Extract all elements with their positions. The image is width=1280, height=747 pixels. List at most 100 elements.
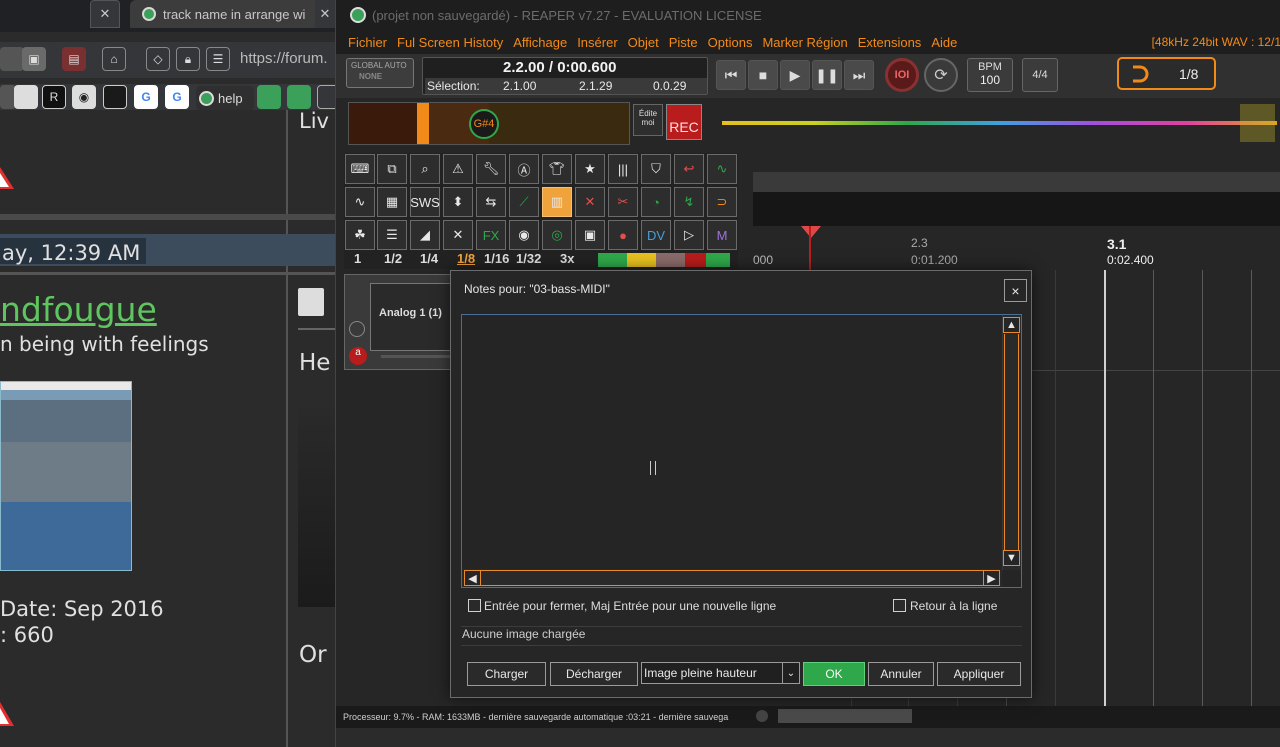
selection-start[interactable]: 2.1.00 xyxy=(503,79,536,93)
home-icon[interactable]: ⌂ xyxy=(102,47,126,71)
apply-button[interactable]: Appliquer xyxy=(937,662,1021,686)
trim-icon[interactable]: ✂ xyxy=(608,187,638,217)
volume-icon[interactable]: ◢ xyxy=(410,220,440,250)
post-embedded-image[interactable] xyxy=(298,407,335,607)
video-icon[interactable]: ▦ xyxy=(377,187,407,217)
grid-division-4[interactable]: 1/16 xyxy=(484,251,509,266)
bpm-box[interactable]: BPM 100 xyxy=(967,58,1013,92)
word-wrap-checkbox[interactable] xyxy=(893,599,906,612)
rss-icon[interactable]: ◉ xyxy=(72,85,96,109)
load-button[interactable]: Charger xyxy=(467,662,546,686)
format-status[interactable]: [48kHz 24bit WAV : 12/1 xyxy=(1152,35,1280,49)
globe-icon[interactable] xyxy=(317,85,335,109)
track-name[interactable]: Analog 1 (1) xyxy=(379,307,442,319)
r-bookmark-icon[interactable]: R xyxy=(42,85,66,109)
record-mode-icon[interactable]: ● xyxy=(608,220,638,250)
clipboard-icon[interactable]: ▣ xyxy=(22,47,46,71)
timeline-ruler[interactable]: 000 2.3 0:01.200 3.1 0:02.400 xyxy=(753,226,1280,270)
keyboard-icon[interactable]: ⌨ xyxy=(345,154,375,184)
group-icon[interactable]: ☘ xyxy=(345,220,375,250)
sws-icon[interactable]: SWS xyxy=(410,187,440,217)
reaper-bookmark-icon-2[interactable] xyxy=(257,85,281,109)
envelope-icon[interactable]: ∿ xyxy=(707,154,737,184)
enter-to-close-label[interactable]: Entrée pour fermer, Maj Entrée pour une … xyxy=(484,599,776,613)
menu-item[interactable]: Objet xyxy=(628,35,659,50)
speaker-icon[interactable]: ▣ xyxy=(575,220,605,250)
menu-item[interactable]: Insérer xyxy=(577,35,617,50)
google-icon[interactable]: G xyxy=(134,85,158,109)
ok-button[interactable]: OK xyxy=(803,662,865,686)
url-bar[interactable]: https://forum. xyxy=(240,50,328,67)
user-avatar[interactable] xyxy=(0,381,132,571)
horizontal-scrollbar[interactable]: ◀ ▶ xyxy=(462,569,1002,587)
bookmark-help[interactable]: help xyxy=(196,86,254,110)
status-scrollbar[interactable] xyxy=(778,709,912,723)
rec-button[interactable]: REC xyxy=(666,104,702,140)
stretch-icon[interactable]: ⬍ xyxy=(443,187,473,217)
menu-item[interactable]: Ful Screen Histoty xyxy=(397,35,503,50)
grid-division-6[interactable]: 3x xyxy=(560,251,574,266)
zoom-icon[interactable]: ⌕ xyxy=(410,154,440,184)
grid-division-0[interactable]: 1 xyxy=(354,251,361,266)
cancel-button[interactable]: Annuler xyxy=(868,662,934,686)
notes-textarea[interactable]: ▲ ▼ ◀ ▶ xyxy=(461,314,1022,588)
menu-item[interactable]: Affichage xyxy=(513,35,567,50)
waveform-icon[interactable]: ∿ xyxy=(345,187,375,217)
close-button[interactable]: × xyxy=(1004,279,1027,302)
record-button[interactable]: IOI xyxy=(885,58,919,92)
edit-me-button[interactable]: Édite moi xyxy=(633,104,663,136)
extension-icon[interactable] xyxy=(0,47,24,71)
pause-button[interactable]: ❚❚ xyxy=(812,60,842,90)
tab-close-button[interactable]: ✕ xyxy=(90,0,120,28)
apple-icon[interactable] xyxy=(14,85,38,109)
selection-end[interactable]: 2.1.29 xyxy=(579,79,612,93)
site-settings-icon[interactable]: ☰ xyxy=(206,47,230,71)
star-icon[interactable]: ★ xyxy=(575,154,605,184)
track-panel[interactable]: Analog 1 (1) a xyxy=(344,274,455,370)
horizontal-scroll-thumb[interactable] xyxy=(481,570,983,586)
menu-item[interactable]: Extensions xyxy=(858,35,922,50)
stop-button[interactable]: ■ xyxy=(748,60,778,90)
vertical-scrollbar[interactable]: ▲ ▼ xyxy=(1002,315,1021,570)
grid-division-1[interactable]: 1/2 xyxy=(384,251,402,266)
grid-division-5[interactable]: 1/32 xyxy=(516,251,541,266)
google-icon-2[interactable]: G xyxy=(165,85,189,109)
tab-active[interactable]: track name in arrange wi xyxy=(130,0,335,28)
cursor-icon[interactable]: ↯ xyxy=(674,187,704,217)
time-display[interactable]: 2.2.00 / 0:00.600 Sélection: 2.1.00 2.1.… xyxy=(422,57,708,95)
eye-icon[interactable]: ◎ xyxy=(542,220,572,250)
close-x-icon[interactable]: ✕ xyxy=(443,220,473,250)
menu-item[interactable]: Piste xyxy=(669,35,698,50)
reaper-shield-icon[interactable]: ⛉ xyxy=(641,154,671,184)
ripple-icon[interactable]: ▥ xyxy=(542,187,572,217)
link-icon[interactable]: ⇆ xyxy=(476,187,506,217)
track-arm-icon[interactable]: a xyxy=(349,347,367,365)
menu-item[interactable]: Aide xyxy=(931,35,957,50)
wrench-icon[interactable]: 🔧︎ xyxy=(476,154,506,184)
scroll-left-button[interactable]: ◀ xyxy=(464,570,481,586)
lock-icon[interactable]: 🔒︎ xyxy=(176,47,200,71)
scroll-down-button[interactable]: ▼ xyxy=(1003,550,1020,566)
snap-magnet-icon[interactable]: ⊃ xyxy=(707,187,737,217)
metronome-icon[interactable]: ◔ xyxy=(641,187,671,217)
scroll-up-button[interactable]: ▲ xyxy=(1003,317,1020,333)
screenset-icon[interactable]: ▷ xyxy=(674,220,704,250)
monitor-icon[interactable]: ◉ xyxy=(509,220,539,250)
app-icon[interactable]: ▤ xyxy=(62,47,86,71)
grid-selector[interactable]: 1/8 xyxy=(1117,57,1216,90)
shirt-icon[interactable]: 👕︎ xyxy=(542,154,572,184)
scroll-right-button[interactable]: ▶ xyxy=(983,570,1000,586)
glue-icon[interactable]: ⟋ xyxy=(509,187,539,217)
copy-icon[interactable]: ⧉ xyxy=(377,154,407,184)
reaper-bookmark-icon-3[interactable] xyxy=(287,85,311,109)
menu-item[interactable]: Options xyxy=(708,35,753,50)
track-phase-icon[interactable] xyxy=(349,321,365,337)
word-wrap-label[interactable]: Retour à la ligne xyxy=(910,599,997,613)
menu-item[interactable]: Marker Région xyxy=(762,35,847,50)
go-to-end-button[interactable]: ⏭ xyxy=(844,60,874,90)
vertical-scroll-thumb[interactable] xyxy=(1004,334,1019,550)
username-link[interactable]: ndfougue xyxy=(0,290,157,329)
dv-icon[interactable]: DV xyxy=(641,220,671,250)
figma-icon[interactable] xyxy=(103,85,127,109)
marker-lane[interactable] xyxy=(753,192,1280,226)
